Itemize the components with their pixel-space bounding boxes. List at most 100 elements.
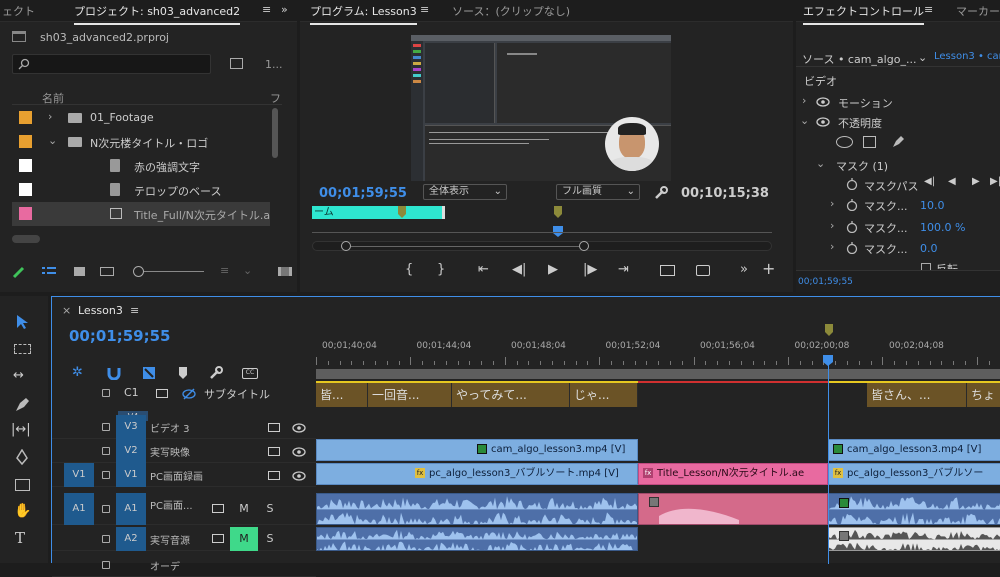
lock-icon[interactable] (102, 447, 110, 455)
zoom-slider[interactable] (144, 271, 204, 272)
pen-tool-icon[interactable] (15, 449, 29, 465)
clip-v2-cam[interactable]: cam_algo_lesson3.mp4 [V] (316, 439, 638, 461)
freeform-view-icon[interactable] (100, 267, 114, 276)
pencil-icon[interactable] (12, 265, 26, 279)
video-frame[interactable] (411, 35, 671, 181)
subtitle-clip[interactable]: 一回音... (368, 383, 452, 407)
eye-icon[interactable] (292, 471, 306, 481)
tab-effects-truncated[interactable]: ェクト (2, 3, 35, 19)
zoom-handle-left[interactable] (341, 241, 351, 251)
close-icon[interactable]: × (62, 304, 71, 317)
lock-icon[interactable] (102, 505, 110, 513)
captions-icon[interactable]: CC (242, 368, 258, 379)
clip-a2-audio[interactable] (316, 527, 638, 551)
eye-icon[interactable] (816, 97, 830, 107)
clip-v1-pc[interactable]: fx pc_algo_lesson3_バブルソー (828, 463, 1000, 485)
track-forward-icon[interactable]: ▶ (972, 176, 980, 187)
mask-feather-value[interactable]: 10.0 (920, 199, 945, 212)
toggle-output-icon[interactable] (156, 389, 168, 398)
marker-range[interactable]: ーム (312, 206, 442, 219)
label-color-swatch[interactable] (19, 207, 32, 220)
sort-icon[interactable]: ≡ (220, 264, 229, 277)
play-icon[interactable]: ▶ (548, 262, 558, 277)
project-item[interactable]: Title_Full/N次元タイトル.aep (12, 202, 270, 226)
panel-menu-icon[interactable]: ≡ (262, 3, 271, 16)
label-color-swatch[interactable] (19, 183, 32, 196)
step-forward-icon[interactable]: |▶ (583, 262, 597, 277)
column-name[interactable]: 名前 (42, 90, 64, 106)
camera-icon[interactable] (696, 265, 710, 276)
chevron-down-icon[interactable]: ⌄ (816, 157, 825, 170)
chevron-right-icon[interactable]: › (830, 240, 834, 253)
quality-select[interactable]: フル画質 ⌄ (556, 184, 640, 200)
razor-tool-icon[interactable] (14, 397, 30, 413)
linked-selection-icon[interactable] (142, 366, 156, 380)
stopwatch-icon[interactable] (846, 221, 858, 233)
subtitle-clip[interactable]: やってみて... (452, 383, 570, 407)
subtitle-clip[interactable]: ちょ (967, 383, 1000, 407)
clip-v2-cam[interactable]: cam_algo_lesson3.mp4 [V] (828, 439, 1000, 461)
chevron-right-icon[interactable]: › (830, 197, 834, 210)
stopwatch-icon[interactable] (846, 199, 858, 211)
stopwatch-icon[interactable] (846, 242, 858, 254)
effect-motion[interactable]: モーション (838, 95, 893, 111)
add-marker-icon[interactable] (178, 367, 188, 379)
track-target-a1[interactable]: A1 (64, 493, 94, 525)
lock-icon[interactable] (102, 535, 110, 543)
lock-icon[interactable] (102, 389, 110, 397)
rectangle-tool-icon[interactable] (15, 479, 30, 491)
project-scrollbar[interactable] (272, 108, 278, 158)
add-button-icon[interactable]: + (762, 259, 775, 278)
label-color-swatch[interactable] (19, 111, 32, 124)
tab-effect-controls[interactable]: エフェクトコントロール (803, 3, 924, 25)
snap-icon[interactable]: ✲ (72, 365, 83, 380)
clip-a2-audio-selected[interactable] (828, 527, 1000, 551)
expand-panels-icon[interactable]: » (281, 3, 288, 16)
column-framerate[interactable]: フ (270, 90, 281, 106)
ellipse-mask-icon[interactable] (836, 136, 853, 148)
program-zoom-bar[interactable] (312, 241, 772, 251)
mark-in-icon[interactable]: { (405, 262, 413, 277)
chevron-right-icon[interactable]: › (830, 219, 834, 232)
chevron-right-icon[interactable]: › (802, 94, 806, 107)
toggle-output-icon[interactable] (268, 447, 280, 456)
track-mask-back-icon[interactable]: ◀| (924, 176, 935, 187)
mask-group[interactable]: マスク (1) (836, 158, 888, 174)
timeline-settings-icon[interactable] (209, 366, 223, 380)
magnet-icon[interactable] (107, 366, 121, 380)
horizontal-scrollbar[interactable] (12, 235, 40, 243)
subtitle-clip[interactable]: 皆... (316, 383, 368, 407)
work-area-bar[interactable] (316, 369, 1000, 379)
track-backward-icon[interactable]: ◀ (948, 176, 956, 187)
program-time-ruler[interactable] (312, 232, 772, 233)
subtitle-clip[interactable]: 皆さん、... (867, 383, 967, 407)
clip-a1-title-audio[interactable] (638, 493, 828, 525)
chevron-down-icon[interactable]: ⌄ (918, 51, 927, 64)
chevron-down-icon[interactable]: ⌄ (800, 114, 809, 127)
track-mask-forward-icon[interactable]: ▶| (990, 176, 1000, 187)
eye-icon[interactable] (292, 447, 306, 457)
mark-out-icon[interactable]: } (437, 262, 445, 277)
track-source-a2[interactable]: A2 (116, 527, 146, 551)
timeline-timecode[interactable]: 00;01;59;55 (69, 327, 171, 345)
mute-button[interactable]: M (230, 493, 258, 525)
lock-icon[interactable] (102, 423, 110, 431)
eye-slash-icon[interactable] (182, 388, 196, 400)
clip-v1-pc[interactable]: fx pc_algo_lesson3_バブルソート.mp4 [V] (316, 463, 638, 485)
toggle-output-icon[interactable] (268, 423, 280, 432)
go-to-in-icon[interactable]: ⇤ (478, 262, 489, 277)
program-menu-icon[interactable]: ≡ (420, 3, 429, 16)
tab-sequence[interactable]: Lesson3 (78, 304, 123, 317)
track-select-tool-icon[interactable] (14, 344, 31, 354)
eye-icon[interactable] (292, 423, 306, 433)
effects-timecode[interactable]: 00;01;59;55 (798, 277, 853, 287)
marker-icon[interactable] (824, 324, 834, 338)
subtitle-clip[interactable]: じゃ... (570, 383, 638, 407)
track-source-v1[interactable]: V1 (116, 463, 146, 487)
playhead-line[interactable] (828, 365, 829, 564)
toggle-output-icon[interactable] (268, 471, 280, 480)
tab-program[interactable]: プログラム: Lesson3 (310, 3, 417, 25)
clip-a1-audio[interactable] (316, 493, 638, 525)
stopwatch-icon[interactable] (846, 178, 858, 190)
effects-menu-icon[interactable]: ≡ (924, 3, 933, 16)
